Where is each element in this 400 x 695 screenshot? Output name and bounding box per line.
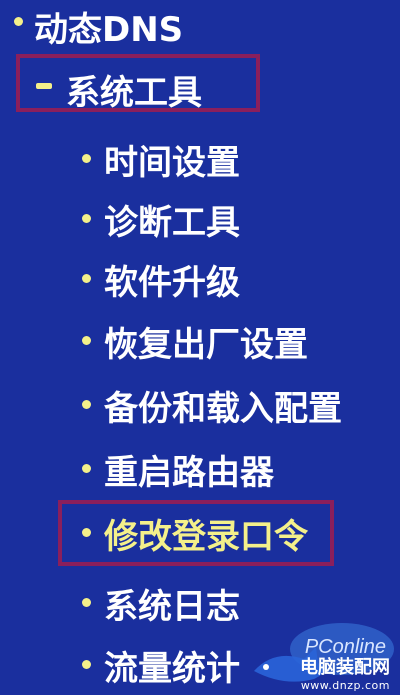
menu-item-system-log[interactable]: 系统日志 [104, 579, 240, 628]
menu-item-factory-reset[interactable]: 恢复出厂设置 [104, 317, 308, 366]
menu-item-time-settings[interactable]: 时间设置 [104, 135, 240, 184]
bullet-icon [82, 154, 91, 163]
bullet-icon [82, 214, 91, 223]
menu-item-reboot-router[interactable]: 重启路由器 [104, 445, 274, 494]
menu-item-change-password[interactable]: 修改登录口令 [104, 509, 308, 558]
watermark-url: www.dnzp.com [300, 679, 390, 692]
bullet-icon [82, 336, 91, 345]
collapse-dash-icon[interactable] [36, 83, 52, 89]
menu-item-traffic-stats[interactable]: 流量统计 [104, 641, 240, 690]
bullet-icon [14, 17, 23, 26]
menu-item-backup-restore[interactable]: 备份和载入配置 [104, 381, 342, 430]
bullet-icon [82, 464, 91, 473]
watermark-site-name: 电脑装配网 [300, 657, 390, 678]
bullet-icon [82, 274, 91, 283]
router-sidebar-menu: 动态DNS 系统工具 时间设置 诊断工具 软件升级 恢复出厂设置 备份和载入配置… [0, 0, 400, 695]
menu-item-diagnostics[interactable]: 诊断工具 [104, 195, 240, 244]
menu-item-firmware-upgrade[interactable]: 软件升级 [104, 255, 240, 304]
bullet-icon [82, 598, 91, 607]
bullet-icon [82, 400, 91, 409]
menu-item-system-tools[interactable]: 系统工具 [66, 65, 202, 114]
bullet-icon [82, 528, 91, 537]
bullet-icon [82, 660, 91, 669]
menu-item-ddns[interactable]: 动态DNS [34, 2, 183, 51]
